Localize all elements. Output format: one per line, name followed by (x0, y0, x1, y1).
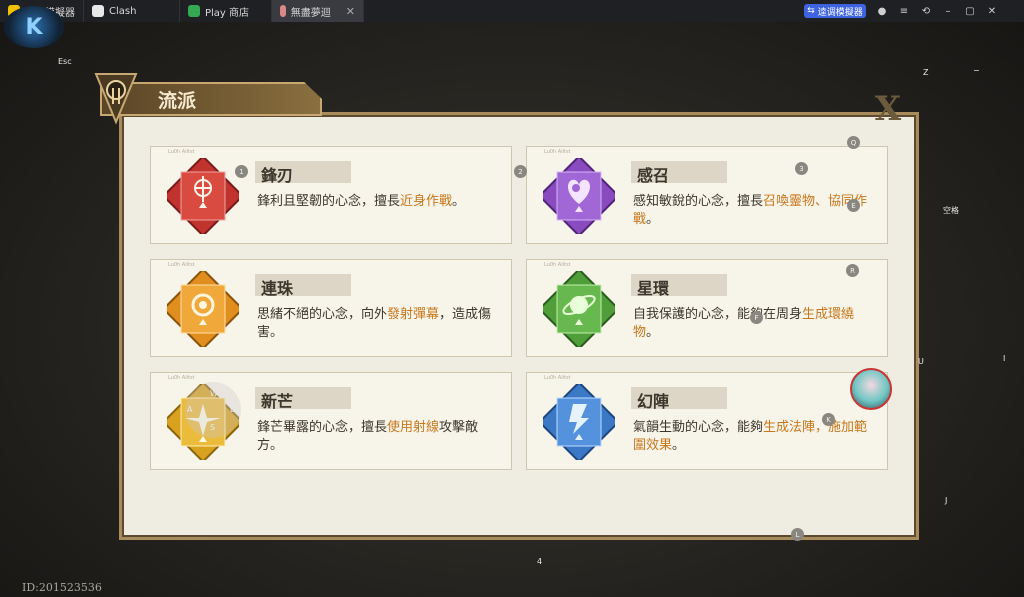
school-card-orbit[interactable]: Lu0h Alitst 星環 自我保護的心念，能夠在周身生成環繞物。 (526, 259, 888, 357)
card-deco-text: Lu0h Alitst (544, 375, 571, 381)
card-deco-text: Lu0h Alitst (544, 262, 571, 268)
desc-highlight: 使用射線 (387, 420, 440, 435)
game-icon (280, 5, 286, 17)
sync-label: 逵调模擬器 (817, 7, 863, 18)
card-deco-text: Lu0h Alitst (544, 149, 571, 155)
key-esc: Esc (58, 57, 72, 66)
key-k: K (822, 413, 835, 426)
maximize-icon[interactable]: ▢ (962, 3, 978, 19)
sync-emulator-button[interactable]: ⇆ 逵调模擬器 (804, 4, 866, 18)
key-l: L (791, 528, 804, 541)
key-minus: − (973, 66, 980, 75)
desc-text: 。 (452, 194, 466, 209)
key-w: W (210, 389, 218, 398)
panel-close-button[interactable]: X (870, 89, 906, 129)
desc-text: 。 (646, 212, 660, 227)
panel-title: 流派 (158, 90, 197, 112)
key-a: A (187, 405, 193, 414)
school-name: 新芒 (261, 392, 294, 411)
school-desc: 思緒不絕的心念，向外發射彈幕，造成傷害。 (257, 306, 497, 342)
blade-emblem-icon (167, 158, 239, 234)
sync-icon: ⇆ (807, 6, 815, 16)
summon-emblem-icon (543, 158, 615, 234)
key-s: S (210, 423, 216, 432)
game-logo-icon: K (4, 6, 64, 48)
orbit-emblem-icon (543, 271, 615, 347)
array-emblem-icon (543, 384, 615, 460)
desc-highlight: 發射彈幕 (387, 307, 440, 322)
key-q: Q (847, 136, 860, 149)
tab-label: 無盡夢迴 (290, 7, 331, 19)
card-deco-text: Lu0h Alitst (168, 149, 195, 155)
key-f: F (750, 311, 763, 324)
desc-text: 。 (672, 438, 686, 453)
desc-text: 。 (646, 325, 660, 340)
key-d: D (230, 405, 237, 414)
clash-icon (92, 5, 104, 17)
school-desc: 感知敏銳的心念，擅長召喚靈物、協同作戰。 (633, 193, 873, 229)
barrage-emblem-icon (167, 271, 239, 347)
card-deco-text: Lu0h Alitst (168, 375, 195, 381)
desc-text: 思緒不絕的心念，向外 (257, 307, 388, 322)
desc-text: 感知敏銳的心念，擅長 (633, 194, 764, 209)
tab-clash[interactable]: Clash (84, 0, 180, 22)
tab-close-icon[interactable]: ✕ (346, 5, 355, 18)
menu-icon[interactable]: ≡ (896, 3, 912, 19)
school-card-blade[interactable]: Lu0h Alitst 鋒刃 鋒利且堅韌的心念，擅長近身作戰。 (150, 146, 512, 244)
tab-label: Clash (109, 5, 137, 17)
minimize-icon[interactable]: – (940, 3, 956, 19)
desc-text: 自我保護的心念，能夠在周身 (633, 307, 803, 322)
tab-game[interactable]: 無盡夢迴 ✕ (272, 0, 364, 22)
emulator-titlebar: 雷電模擬器 Clash Play 商店 無盡夢迴 ✕ ⇆ 逵调模擬器 ● ≡ ⟲… (0, 0, 1024, 22)
key-e: E (847, 199, 860, 212)
school-name: 連珠 (261, 279, 294, 298)
key-u: U (918, 357, 924, 366)
key-i: I (1003, 354, 1006, 363)
tab-label: Play 商店 (205, 7, 250, 19)
school-desc: 氣韻生動的心念，能夠生成法陣，施加範圍效果。 (633, 419, 873, 455)
desc-text: 鋒芒畢露的心念，擅長 (257, 420, 388, 435)
card-deco-text: Lu0h Alitst (168, 262, 195, 268)
desc-highlight: 近身作戰 (400, 194, 453, 209)
school-name: 幻陣 (637, 392, 670, 411)
key-r: R (846, 264, 859, 277)
key-1: 1 (235, 165, 248, 178)
key-space: 空格 (943, 206, 959, 215)
school-name: 星環 (637, 279, 670, 298)
tab-play-store[interactable]: Play 商店 (180, 0, 272, 22)
close-icon[interactable]: ✕ (984, 3, 1000, 19)
key-j: J (945, 496, 948, 505)
desc-text: 鋒利且堅韌的心念，擅長 (257, 194, 401, 209)
school-desc: 鋒芒畢露的心念，擅長使用射線攻擊敵方。 (257, 419, 497, 455)
school-card-summon[interactable]: Lu0h Alitst 感召 感知敏銳的心念，擅長召喚靈物、協同作戰。 (526, 146, 888, 244)
play-store-icon (188, 5, 200, 17)
account-icon[interactable]: ● (874, 3, 890, 19)
school-name: 感召 (637, 166, 670, 185)
school-emblem-icon (94, 73, 138, 125)
school-card-barrage[interactable]: Lu0h Alitst 連珠 思緒不絕的心念，向外發射彈幕，造成傷害。 (150, 259, 512, 357)
school-name: 鋒刃 (261, 166, 294, 185)
key-4: 4 (537, 557, 543, 566)
school-desc: 鋒利且堅韌的心念，擅長近身作戰。 (257, 193, 497, 211)
restore-icon[interactable]: ⟲ (918, 3, 934, 19)
key-3: 3 (795, 162, 808, 175)
player-avatar[interactable] (850, 368, 892, 410)
key-2: 2 (514, 165, 527, 178)
player-id: ID:201523536 (22, 581, 102, 594)
desc-text: 氣韻生動的心念，能夠 (633, 420, 764, 435)
key-z: Z (923, 68, 929, 77)
